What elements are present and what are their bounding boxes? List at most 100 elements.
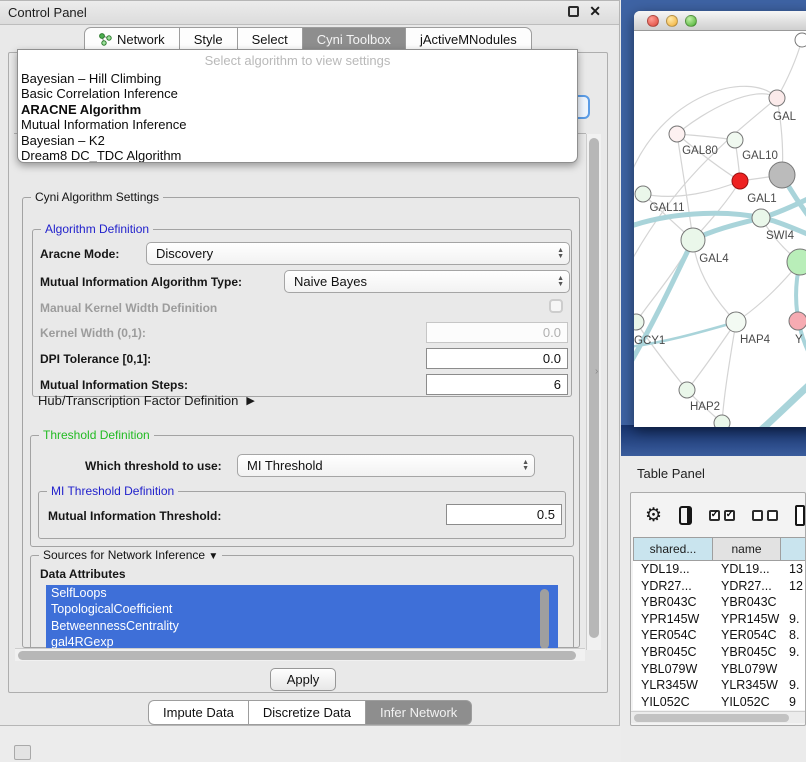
network-node[interactable]: [769, 162, 795, 188]
attribute-list-scrollbar[interactable]: [540, 589, 549, 649]
network-edge[interactable]: [722, 322, 736, 423]
network-node[interactable]: [679, 382, 695, 398]
table-cell[interactable]: YBR045C: [713, 644, 781, 661]
table-column-header[interactable]: name: [713, 537, 781, 561]
mi-algorithm-type-combo[interactable]: Naive Bayes ▲▼: [284, 270, 570, 293]
table-column-header[interactable]: shared...: [633, 537, 713, 561]
algorithm-option[interactable]: Bayesian – K2: [18, 133, 577, 148]
gear-icon[interactable]: ⚙: [645, 506, 662, 525]
scrollbar-thumb[interactable]: [589, 138, 599, 638]
network-node[interactable]: [681, 228, 705, 252]
mi-steps-field[interactable]: 6: [426, 374, 568, 395]
network-node[interactable]: [635, 186, 651, 202]
network-edge[interactable]: [636, 322, 687, 390]
table-cell[interactable]: 12: [781, 578, 806, 595]
tab-infer-network[interactable]: Infer Network: [365, 700, 472, 725]
columns-icon[interactable]: [679, 506, 692, 525]
table-row[interactable]: YDL19...YDL19...13: [633, 561, 806, 578]
table-row[interactable]: YBR045CYBR045C9.: [633, 644, 806, 661]
network-edge[interactable]: [634, 98, 777, 267]
split-pane-arrow[interactable]: ›: [595, 366, 598, 377]
deselect-all-checks-icon[interactable]: [752, 510, 778, 521]
select-all-checks-icon[interactable]: [709, 510, 735, 521]
zoom-traffic-light[interactable]: [685, 15, 697, 27]
tab-impute-data[interactable]: Impute Data: [148, 700, 248, 725]
table-cell[interactable]: YPR145W: [713, 611, 781, 628]
table-cell[interactable]: YDR27...: [713, 578, 781, 595]
sources-group-title[interactable]: Sources for Network Inference ▼: [39, 548, 222, 562]
apply-button[interactable]: Apply: [270, 668, 336, 691]
network-node[interactable]: [634, 314, 644, 330]
network-node[interactable]: [789, 312, 806, 330]
table-cell[interactable]: YBR045C: [633, 644, 713, 661]
table-cell[interactable]: YBL079W: [633, 661, 713, 678]
which-threshold-combo[interactable]: MI Threshold ▲▼: [237, 454, 535, 477]
table-horizontal-scrollbar[interactable]: [631, 711, 805, 723]
table-cell[interactable]: YBR043C: [713, 594, 781, 611]
network-node[interactable]: [752, 209, 770, 227]
table-cell[interactable]: YER054C: [713, 627, 781, 644]
data-attributes-list[interactable]: SelfLoopsTopologicalCoefficientBetweenne…: [46, 585, 558, 653]
table-cell[interactable]: YER054C: [633, 627, 713, 644]
settings-vertical-scrollbar[interactable]: [586, 134, 601, 650]
close-icon[interactable]: ✕: [589, 6, 601, 17]
table-row[interactable]: YDR27...YDR27...12: [633, 578, 806, 595]
table-cell[interactable]: YPR145W: [633, 611, 713, 628]
kernel-width-field[interactable]: 0.0: [426, 322, 568, 343]
network-node[interactable]: [769, 90, 785, 106]
tab-discretize-data[interactable]: Discretize Data: [248, 700, 365, 725]
network-edge[interactable]: [677, 94, 777, 134]
table-cell[interactable]: 9.: [781, 611, 806, 628]
scrollbar-thumb[interactable]: [18, 651, 576, 660]
scrollbar-thumb[interactable]: [634, 714, 789, 722]
algorithm-option[interactable]: Mutual Information Inference: [18, 117, 577, 132]
settings-horizontal-scrollbar[interactable]: [15, 648, 585, 661]
table-cell[interactable]: YDL19...: [633, 561, 713, 578]
network-edge[interactable]: [777, 40, 802, 98]
network-node[interactable]: [726, 312, 746, 332]
table-cell[interactable]: 8.: [781, 627, 806, 644]
table-cell[interactable]: 9.: [781, 677, 806, 694]
float-window-icon[interactable]: [568, 6, 579, 17]
table-cell[interactable]: YBR043C: [633, 594, 713, 611]
table-row[interactable]: YBR043CYBR043C: [633, 594, 806, 611]
table-column-header[interactable]: A: [781, 537, 806, 561]
minimized-panel-icon[interactable]: [14, 745, 31, 760]
network-node[interactable]: [727, 132, 743, 148]
table-cell[interactable]: 9: [781, 694, 806, 711]
attribute-list-item[interactable]: TopologicalCoefficient: [46, 601, 558, 617]
table-cell[interactable]: YDL19...: [713, 561, 781, 578]
network-edge[interactable]: [687, 322, 736, 390]
table-row[interactable]: YLR345WYLR345W9.: [633, 677, 806, 694]
network-node[interactable]: [795, 33, 806, 47]
attribute-list-item[interactable]: SelfLoops: [46, 585, 558, 601]
table-cell[interactable]: 9.: [781, 644, 806, 661]
aracne-mode-combo[interactable]: Discovery ▲▼: [146, 242, 570, 265]
mi-threshold-field[interactable]: 0.5: [446, 504, 562, 525]
hub-definition-toggle[interactable]: Hub/Transcription Factor Definition ▶: [38, 393, 255, 408]
network-node[interactable]: [714, 415, 730, 427]
table-row[interactable]: YER054CYER054C8.: [633, 627, 806, 644]
network-node[interactable]: [732, 173, 748, 189]
close-traffic-light[interactable]: [647, 15, 659, 27]
table-cell[interactable]: YIL052C: [633, 694, 713, 711]
table-row[interactable]: YBL079WYBL079W: [633, 661, 806, 678]
table-cell[interactable]: YBL079W: [713, 661, 781, 678]
algorithm-option[interactable]: ARACNE Algorithm: [18, 102, 577, 117]
network-canvas[interactable]: GALGAL80GAL10GAL1SWI4GAL11GAL4GCY1HAP4YH…: [634, 31, 806, 427]
algorithm-option[interactable]: Dream8 DC_TDC Algorithm: [18, 148, 577, 163]
dpi-tolerance-field[interactable]: 0.0: [426, 348, 568, 369]
table-row[interactable]: YPR145WYPR145W9.: [633, 611, 806, 628]
network-edge-highlighted[interactable]: [760, 375, 806, 427]
table-cell[interactable]: [781, 661, 806, 678]
algorithm-option[interactable]: Bayesian – Hill Climbing: [18, 71, 577, 86]
table-cell[interactable]: YLR345W: [713, 677, 781, 694]
minimize-traffic-light[interactable]: [666, 15, 678, 27]
table-cell[interactable]: YIL052C: [713, 694, 781, 711]
network-node[interactable]: [669, 126, 685, 142]
network-edge-highlighted[interactable]: [634, 240, 693, 367]
table-cell[interactable]: YLR345W: [633, 677, 713, 694]
attribute-list-item[interactable]: BetweennessCentrality: [46, 618, 558, 634]
network-edge[interactable]: [634, 86, 777, 181]
table-cell[interactable]: YDR27...: [633, 578, 713, 595]
